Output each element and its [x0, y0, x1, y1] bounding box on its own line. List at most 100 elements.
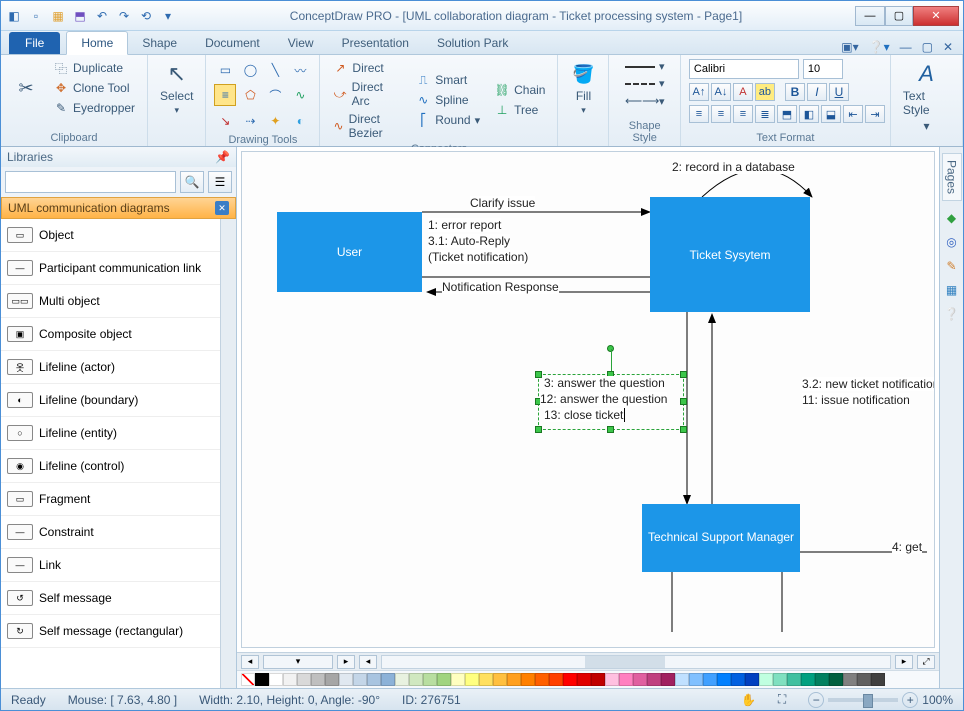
color-swatch[interactable] [815, 673, 829, 686]
bold-button[interactable]: B [785, 83, 805, 101]
color-swatch[interactable] [493, 673, 507, 686]
direct-arc-button[interactable]: ⤻Direct Arc [328, 79, 405, 109]
page-tab[interactable]: ▾ [263, 655, 333, 669]
minimize-button[interactable]: — [855, 6, 885, 26]
color-swatch[interactable] [479, 673, 493, 686]
connector-tool[interactable]: ⇢ [239, 110, 261, 132]
tool-icon[interactable]: ▦ [946, 283, 957, 297]
color-swatch[interactable] [829, 673, 843, 686]
ribbon-restore-icon[interactable]: ▢ [922, 40, 933, 54]
color-swatch[interactable] [367, 673, 381, 686]
font-size-select[interactable] [803, 59, 843, 79]
color-swatch[interactable] [675, 673, 689, 686]
italic-button[interactable]: I [807, 83, 827, 101]
color-swatch[interactable] [591, 673, 605, 686]
color-swatch[interactable] [689, 673, 703, 686]
help-icon[interactable]: ❔ [944, 307, 959, 321]
color-swatch[interactable] [647, 673, 661, 686]
zoom-out-button[interactable]: − [808, 692, 824, 708]
node-tsm[interactable]: Technical Support Manager [642, 504, 800, 572]
freehand-tool[interactable]: ∿ [289, 84, 311, 106]
list-item[interactable]: ▭Object [1, 219, 220, 252]
valign-top-button[interactable]: ⬒ [777, 105, 797, 123]
line-style-button[interactable]: ▾ [621, 76, 669, 91]
align-left-button[interactable]: ≡ [689, 105, 709, 123]
zoom-in-button[interactable]: + [902, 692, 918, 708]
ribbon-min-icon[interactable]: — [900, 40, 912, 54]
color-swatch[interactable] [395, 673, 409, 686]
fit-icon[interactable]: ⛶ [778, 692, 786, 707]
color-swatch[interactable] [381, 673, 395, 686]
qat-undo-icon[interactable]: ↶ [93, 7, 111, 25]
color-swatch[interactable] [297, 673, 311, 686]
tool-icon[interactable]: ◎ [946, 235, 956, 249]
cut-button[interactable]: ✂ [9, 73, 43, 103]
list-item[interactable]: ↻Self message (rectangular) [1, 615, 220, 648]
color-swatch[interactable] [409, 673, 423, 686]
color-swatch[interactable] [717, 673, 731, 686]
color-swatch[interactable] [619, 673, 633, 686]
arrow-tool[interactable]: ↘ [214, 110, 236, 132]
scroll-right-button[interactable]: ▸ [895, 655, 913, 669]
ribbon-close-icon[interactable]: ✕ [943, 40, 953, 54]
no-fill-swatch[interactable] [241, 673, 255, 686]
color-swatch[interactable] [521, 673, 535, 686]
line-weight-button[interactable]: ▾ [621, 59, 669, 74]
maximize-button[interactable]: ▢ [885, 6, 913, 26]
search-icon[interactable]: 🔍 [180, 171, 204, 193]
qat-more-icon[interactable]: ▾ [159, 7, 177, 25]
list-item[interactable]: ◐Lifeline (boundary) [1, 384, 220, 417]
qat-new-icon[interactable]: ▫ [27, 7, 45, 25]
tool-icon[interactable]: ✎ [946, 259, 956, 273]
tree-button[interactable]: ⊥Tree [490, 101, 542, 119]
color-swatch[interactable] [857, 673, 871, 686]
list-item[interactable]: —Constraint [1, 516, 220, 549]
star-tool[interactable]: ✦ [264, 110, 286, 132]
close-button[interactable]: ✕ [913, 6, 959, 26]
color-swatch[interactable] [283, 673, 297, 686]
spline-button[interactable]: ∿Spline [411, 91, 472, 109]
node-ticket-system[interactable]: Ticket Sysytem [650, 197, 810, 312]
color-swatch[interactable] [549, 673, 563, 686]
color-swatch[interactable] [759, 673, 773, 686]
library-tab[interactable]: UML communication diagrams ✕ [1, 197, 236, 219]
list-item[interactable]: ▣Composite object [1, 318, 220, 351]
arrow-style-button[interactable]: ⟵⟶▾ [621, 93, 669, 109]
color-swatch[interactable] [871, 673, 885, 686]
color-swatch[interactable] [773, 673, 787, 686]
round-button[interactable]: ⎡Round▾ [411, 111, 484, 129]
color-swatch[interactable] [423, 673, 437, 686]
color-swatch[interactable] [605, 673, 619, 686]
canvas[interactable]: 2: record in a database User Ticket Sysy… [241, 151, 935, 648]
list-item[interactable]: ▭▭Multi object [1, 285, 220, 318]
list-item[interactable]: —Link [1, 549, 220, 582]
valign-mid-button[interactable]: ◧ [799, 105, 819, 123]
list-item[interactable]: ▭Fragment [1, 483, 220, 516]
list-item[interactable]: ○Lifeline (entity) [1, 417, 220, 450]
pin-icon[interactable]: 📌 [215, 150, 230, 164]
scroll-left-button[interactable]: ◂ [359, 655, 377, 669]
hscrollbar[interactable] [381, 655, 891, 669]
list-item[interactable]: ◉Lifeline (control) [1, 450, 220, 483]
list-item[interactable]: —Participant communication link [1, 252, 220, 285]
color-swatch[interactable] [437, 673, 451, 686]
align-justify-button[interactable]: ≣ [755, 105, 775, 123]
color-swatch[interactable] [745, 673, 759, 686]
help-icon[interactable]: ❔▾ [869, 40, 890, 54]
color-swatch[interactable] [507, 673, 521, 686]
clone-tool-button[interactable]: ✥Clone Tool [49, 79, 133, 97]
text-tool[interactable]: ≡ [214, 84, 236, 106]
tab-shape[interactable]: Shape [128, 32, 191, 54]
fit-page-button[interactable]: ⤢ [917, 655, 935, 669]
color-swatch[interactable] [577, 673, 591, 686]
highlight-button[interactable]: ab [755, 83, 775, 101]
color-swatch[interactable] [269, 673, 283, 686]
color-swatch[interactable] [339, 673, 353, 686]
tab-presentation[interactable]: Presentation [328, 32, 423, 54]
qat-open-icon[interactable]: ▦ [49, 7, 67, 25]
color-swatch[interactable] [535, 673, 549, 686]
pan-icon[interactable]: ✋ [741, 693, 756, 707]
color-swatch[interactable] [731, 673, 745, 686]
text-style-button[interactable]: AText Style▾ [899, 59, 954, 135]
file-tab[interactable]: File [9, 32, 60, 54]
